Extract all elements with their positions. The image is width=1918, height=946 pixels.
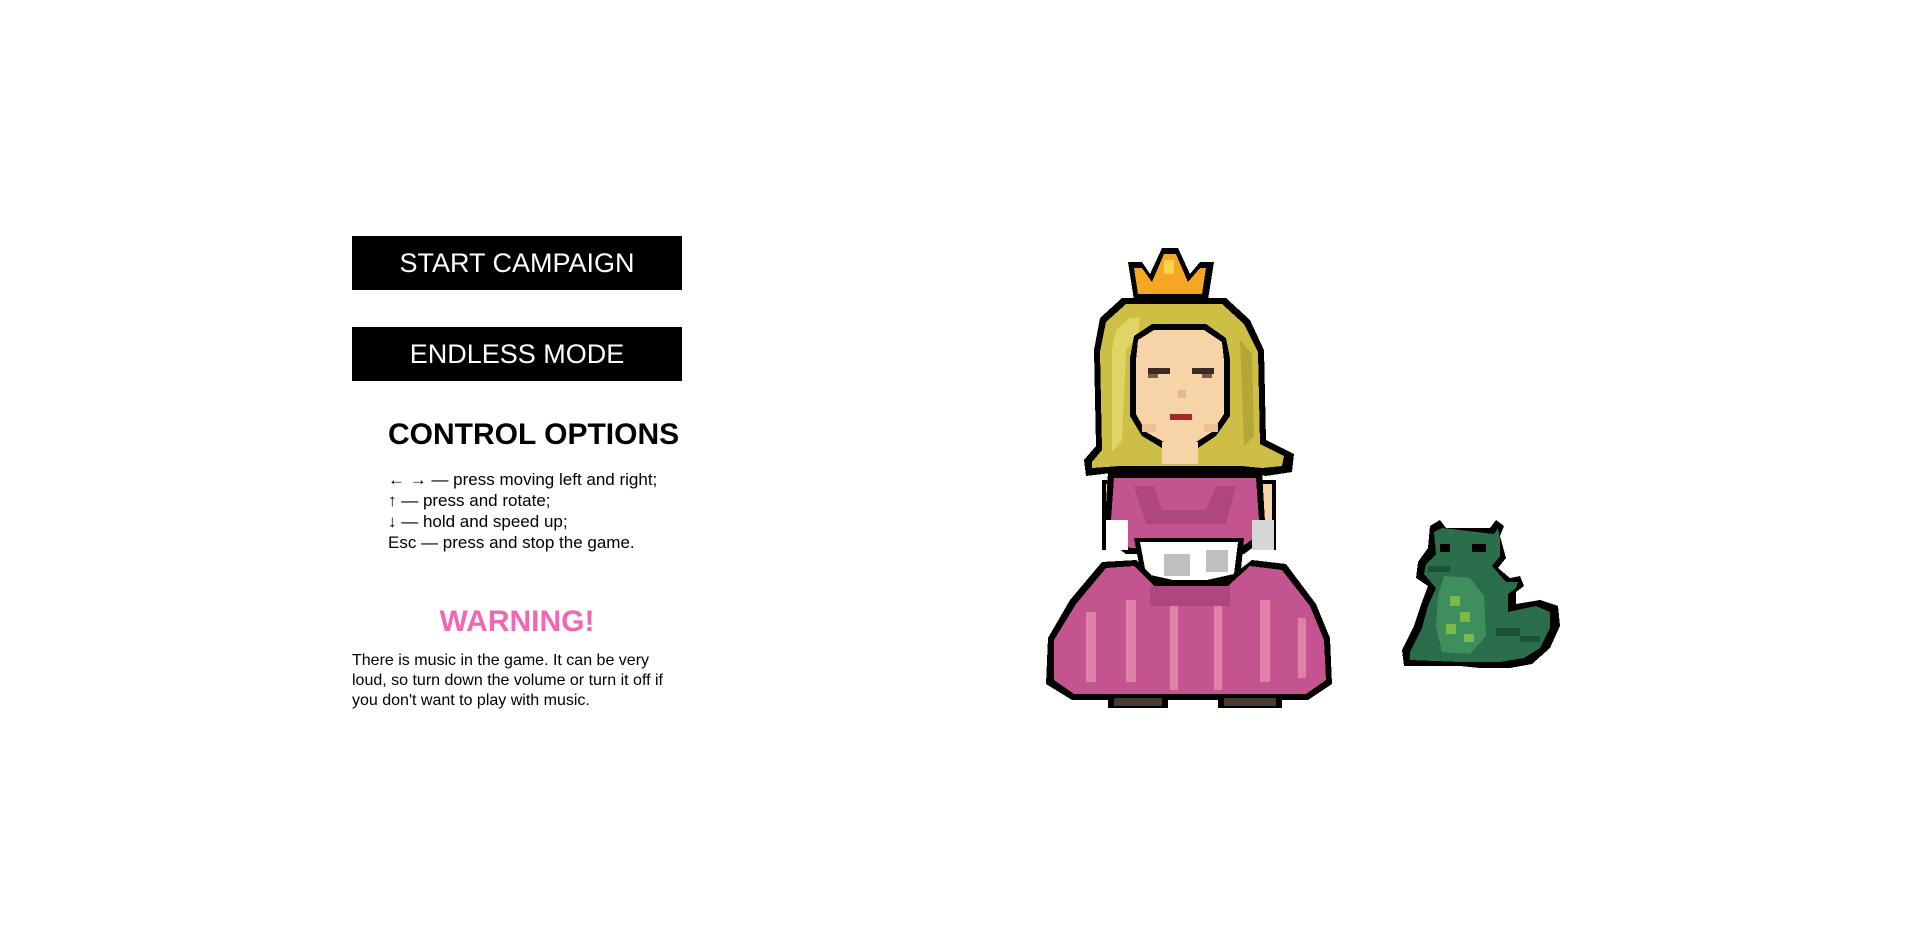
warning-text: There is music in the game. It can be ve… xyxy=(352,652,663,709)
control-item-rotate: ↑ — press and rotate; xyxy=(388,491,551,510)
endless-mode-button[interactable]: ENDLESS MODE xyxy=(352,327,682,381)
control-item-stop: Esc — press and stop the game. xyxy=(388,533,635,552)
control-item-move: ← → — press moving left and right; xyxy=(388,470,658,489)
control-options-heading: CONTROL OPTIONS xyxy=(388,418,680,451)
warning-heading: WARNING! xyxy=(439,605,595,638)
main-menu: START CAMPAIGN ENDLESS MODE CONTROL OPTI… xyxy=(352,236,682,711)
control-item-speed: ↓ — hold and speed up; xyxy=(388,512,568,531)
control-options-list: ← → — press moving left and right; ↑ — p… xyxy=(388,469,682,553)
dragon-image xyxy=(1402,520,1560,668)
start-campaign-button[interactable]: START CAMPAIGN xyxy=(352,236,682,290)
princess-image xyxy=(1046,248,1332,708)
